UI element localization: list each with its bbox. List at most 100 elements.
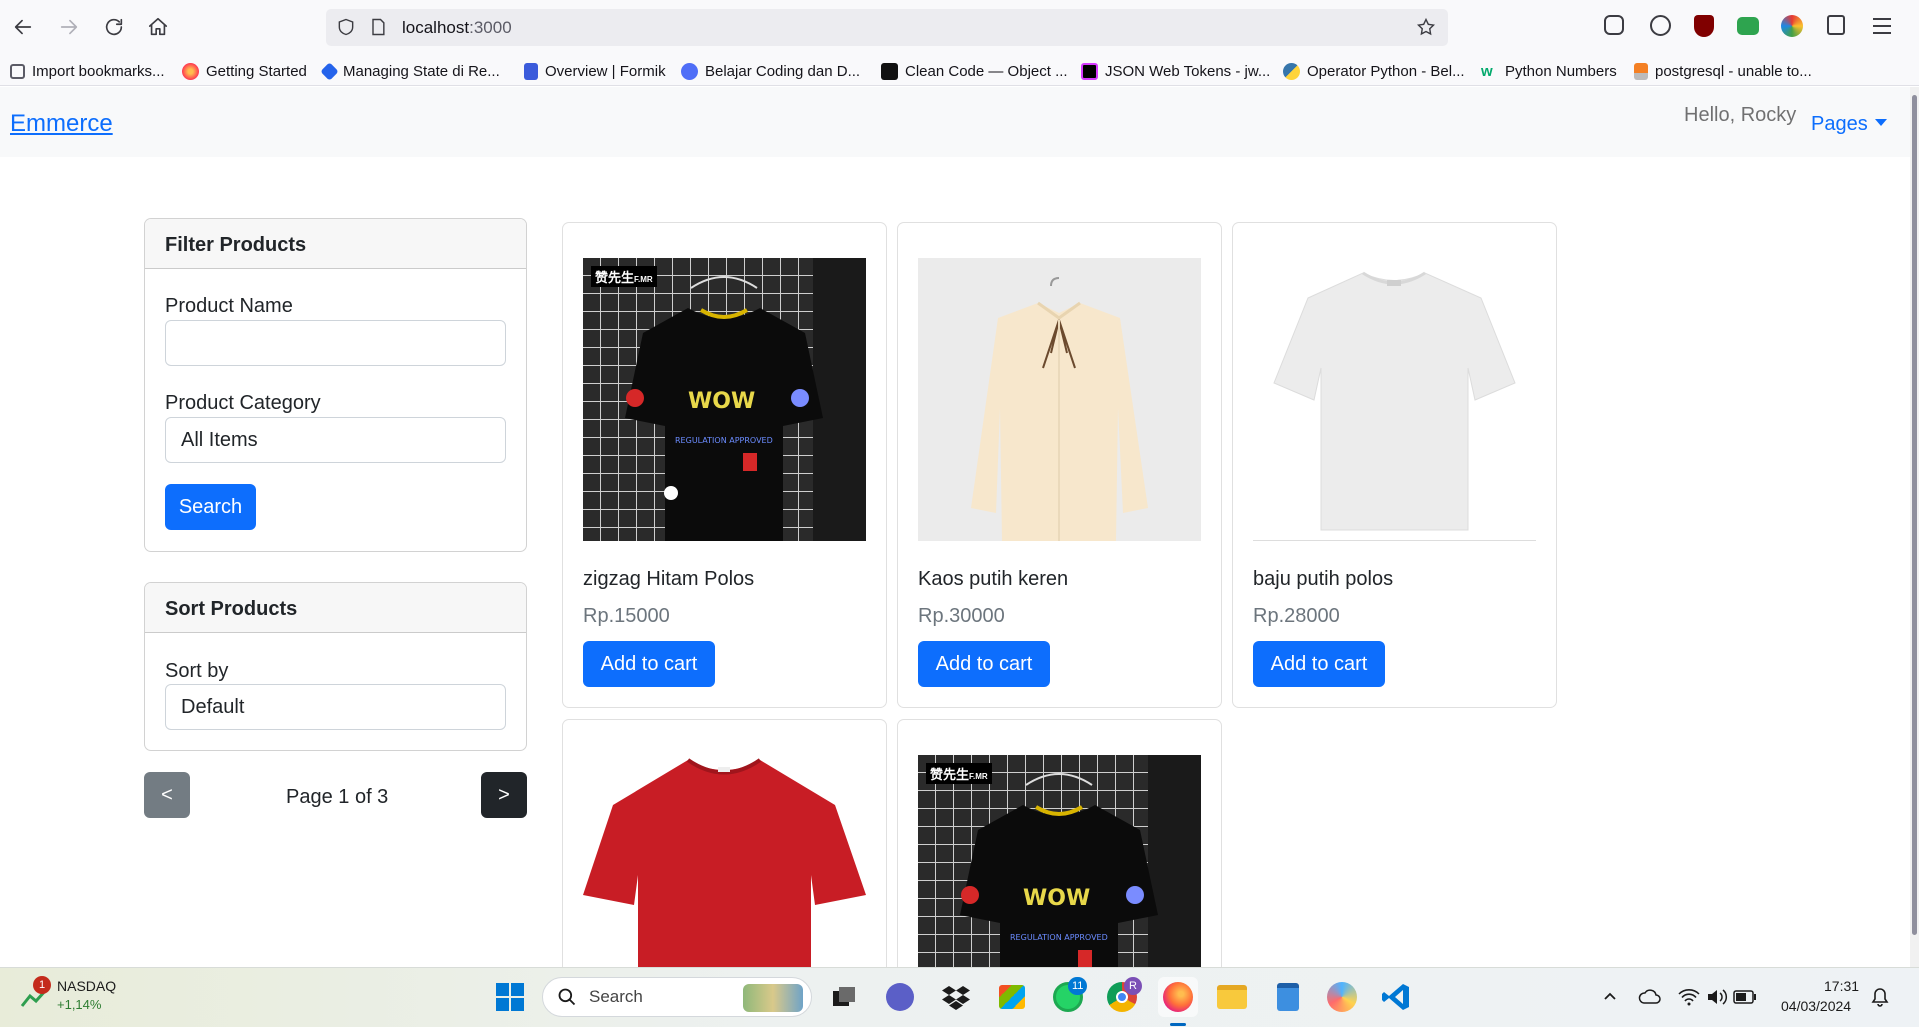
bookmark-item[interactable]: Belajar Coding dan D... (681, 60, 860, 82)
sort-by-select[interactable]: Default (165, 684, 506, 730)
product-name: zigzag Hitam Polos (583, 568, 755, 590)
next-page-button[interactable]: > (481, 772, 527, 818)
whatsapp-badge: 11 (1068, 977, 1088, 995)
windows-start-icon[interactable] (494, 981, 526, 1013)
back-button[interactable] (5, 9, 41, 45)
firefox-icon[interactable] (1158, 977, 1198, 1017)
dropbox-icon[interactable] (940, 981, 972, 1013)
diamond-icon (320, 61, 339, 81)
stock-badge: 1 (33, 976, 51, 994)
bookmark-label: Python Numbers (1505, 62, 1617, 80)
svg-text:REGULATION APPROVED: REGULATION APPROVED (1010, 933, 1108, 942)
address-bar[interactable]: localhost:3000 (326, 9, 1448, 46)
svg-text:WOW: WOW (1023, 886, 1090, 911)
bookmark-item[interactable]: w Python Numbers (1481, 60, 1617, 82)
chevron-up-icon[interactable] (1598, 981, 1622, 1013)
python-icon (1283, 62, 1300, 80)
product-name-input[interactable] (165, 320, 506, 366)
url-text[interactable]: localhost:3000 (402, 18, 512, 38)
product-category-select[interactable]: All Items (165, 417, 506, 463)
bookmark-star-icon[interactable] (1416, 17, 1436, 37)
home-icon (148, 17, 168, 36)
sort-card: Sort Products Sort by Default (144, 582, 527, 751)
pages-dropdown[interactable]: Pages (1811, 113, 1887, 136)
svg-text:REGULATION APPROVED: REGULATION APPROVED (675, 436, 773, 445)
add-to-cart-button[interactable]: Add to cart (918, 641, 1050, 687)
taskbar-search[interactable]: Search (542, 977, 812, 1017)
page-icon[interactable] (368, 17, 388, 37)
menu-icon[interactable] (1873, 18, 1891, 34)
reload-button[interactable] (96, 9, 132, 45)
extension-green-icon[interactable] (1737, 17, 1759, 35)
scrollbar-thumb[interactable] (1912, 95, 1917, 935)
brand-tag-small: F.MR (969, 772, 988, 781)
home-button[interactable] (140, 9, 176, 45)
search-icon (558, 988, 576, 1006)
file-explorer-icon[interactable] (1216, 981, 1248, 1013)
stock-name[interactable]: NASDAQ (57, 978, 116, 994)
bookmark-item[interactable]: Import bookmarks... (10, 60, 165, 82)
brand-link[interactable]: Emmerce (10, 110, 113, 138)
bookmark-label: Managing State di Re... (343, 62, 500, 80)
medium-icon (881, 62, 898, 80)
taskbar-search-placeholder: Search (589, 987, 643, 1006)
filter-card-title: Filter Products (145, 219, 526, 269)
stackoverflow-icon (1634, 62, 1648, 80)
ublock-icon[interactable] (1694, 15, 1714, 37)
extensions-icon[interactable] (1827, 15, 1845, 35)
account-icon[interactable] (1650, 15, 1671, 36)
pocket-icon[interactable] (1604, 15, 1624, 35)
dicoding-icon (681, 62, 698, 80)
microsoft-store-icon[interactable] (996, 981, 1028, 1013)
bookmark-item[interactable]: JSON Web Tokens - jw... (1081, 60, 1270, 82)
bookmark-item[interactable]: postgresql - unable to... (1634, 60, 1812, 82)
sort-card-title: Sort Products (145, 583, 526, 633)
bookmark-item[interactable]: Getting Started (182, 60, 307, 82)
bookmark-item[interactable]: Clean Code — Object ... (881, 60, 1068, 82)
prev-page-button[interactable]: < (144, 772, 190, 818)
vscode-icon[interactable] (1380, 981, 1412, 1013)
firefox-icon (182, 62, 199, 80)
extension-color-icon[interactable] (1781, 15, 1803, 37)
forward-button[interactable] (51, 9, 87, 45)
bookmark-label: postgresql - unable to... (1655, 62, 1812, 80)
bookmark-label: Operator Python - Bel... (1307, 62, 1465, 80)
product-image[interactable] (918, 258, 1201, 541)
reload-icon (105, 18, 123, 36)
battery-icon[interactable] (1732, 981, 1758, 1013)
clock-date[interactable]: 04/03/2024 (1781, 998, 1851, 1014)
clock-time[interactable]: 17:31 (1824, 978, 1859, 994)
product-card: WOW REGULATION APPROVED 赞先生F.MR zigzag H… (562, 222, 887, 708)
onedrive-icon[interactable] (1636, 981, 1664, 1013)
brand-tag-text: 赞先生 (595, 270, 635, 285)
wifi-icon[interactable] (1676, 981, 1702, 1013)
greeting-text: Hello, Rocky (1684, 104, 1797, 126)
bookmark-label: Import bookmarks... (32, 62, 165, 80)
bookmark-item[interactable]: Overview | Formik (524, 60, 666, 82)
volume-icon[interactable] (1704, 981, 1730, 1013)
caret-down-icon (1874, 119, 1887, 126)
product-name: baju putih polos (1253, 568, 1394, 590)
shield-icon[interactable] (336, 17, 356, 37)
jwt-icon (1081, 62, 1098, 80)
product-price: Rp.30000 (918, 605, 1005, 627)
product-image[interactable] (1253, 258, 1536, 541)
add-to-cart-button[interactable]: Add to cart (583, 641, 715, 687)
bookmark-label: Clean Code — Object ... (905, 62, 1068, 80)
brand-tag-small: F.MR (634, 275, 653, 284)
product-price: Rp.15000 (583, 605, 670, 627)
search-button[interactable]: Search (165, 484, 256, 530)
product-card: baju putih polos Rp.28000 Add to cart (1232, 222, 1557, 708)
url-port: :3000 (469, 18, 512, 37)
arrow-left-icon (14, 19, 32, 35)
bookmark-item[interactable]: Operator Python - Bel... (1283, 60, 1465, 82)
add-to-cart-button[interactable]: Add to cart (1253, 641, 1385, 687)
notepad-icon[interactable] (1272, 981, 1304, 1013)
product-image[interactable]: WOW REGULATION APPROVED 赞先生F.MR (583, 258, 866, 541)
teams-chat-icon[interactable] (884, 981, 916, 1013)
bookmark-item[interactable]: Managing State di Re... (320, 60, 500, 82)
app-icon[interactable] (1326, 981, 1358, 1013)
notification-bell-icon[interactable] (1868, 981, 1892, 1013)
task-view-icon[interactable] (828, 981, 860, 1013)
page-scrollbar[interactable] (1910, 87, 1919, 967)
